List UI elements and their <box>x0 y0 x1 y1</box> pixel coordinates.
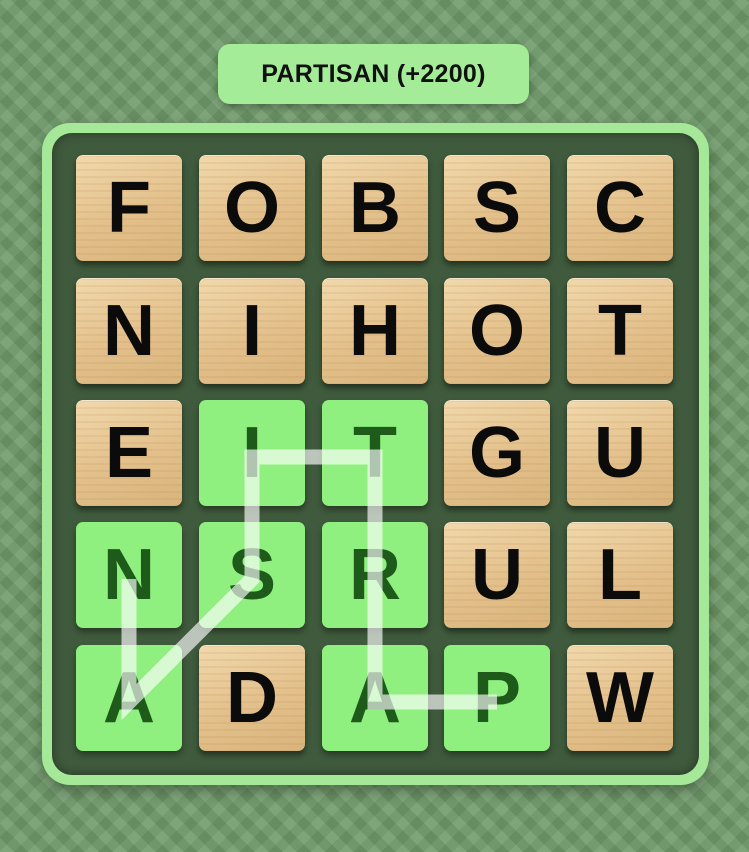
tile-r2-c4[interactable]: O <box>444 278 550 384</box>
tile-r5-c4[interactable]: P <box>444 645 550 751</box>
tile-r1-c3[interactable]: B <box>322 155 428 261</box>
tile-r1-c5[interactable]: C <box>567 155 673 261</box>
tile-r4-c1[interactable]: N <box>76 522 182 628</box>
tile-r3-c2[interactable]: I <box>199 400 305 506</box>
tile-r5-c1[interactable]: A <box>76 645 182 751</box>
tile-r2-c2[interactable]: I <box>199 278 305 384</box>
tile-r2-c1[interactable]: N <box>76 278 182 384</box>
tile-r3-c3[interactable]: T <box>322 400 428 506</box>
current-word-label: PARTISAN (+2200) <box>261 59 486 88</box>
tile-r4-c2[interactable]: S <box>199 522 305 628</box>
tile-r3-c1[interactable]: E <box>76 400 182 506</box>
tile-r5-c3[interactable]: A <box>322 645 428 751</box>
tile-r5-c5[interactable]: W <box>567 645 673 751</box>
current-word-banner: PARTISAN (+2200) <box>218 44 529 104</box>
tile-r4-c3[interactable]: R <box>322 522 428 628</box>
tile-r1-c2[interactable]: O <box>199 155 305 261</box>
tile-r2-c3[interactable]: H <box>322 278 428 384</box>
tile-r3-c4[interactable]: G <box>444 400 550 506</box>
tile-r4-c5[interactable]: L <box>567 522 673 628</box>
tile-r5-c2[interactable]: D <box>199 645 305 751</box>
tile-r3-c5[interactable]: U <box>567 400 673 506</box>
tile-r1-c4[interactable]: S <box>444 155 550 261</box>
tile-r1-c1[interactable]: F <box>76 155 182 261</box>
tile-r4-c4[interactable]: U <box>444 522 550 628</box>
tile-r2-c5[interactable]: T <box>567 278 673 384</box>
